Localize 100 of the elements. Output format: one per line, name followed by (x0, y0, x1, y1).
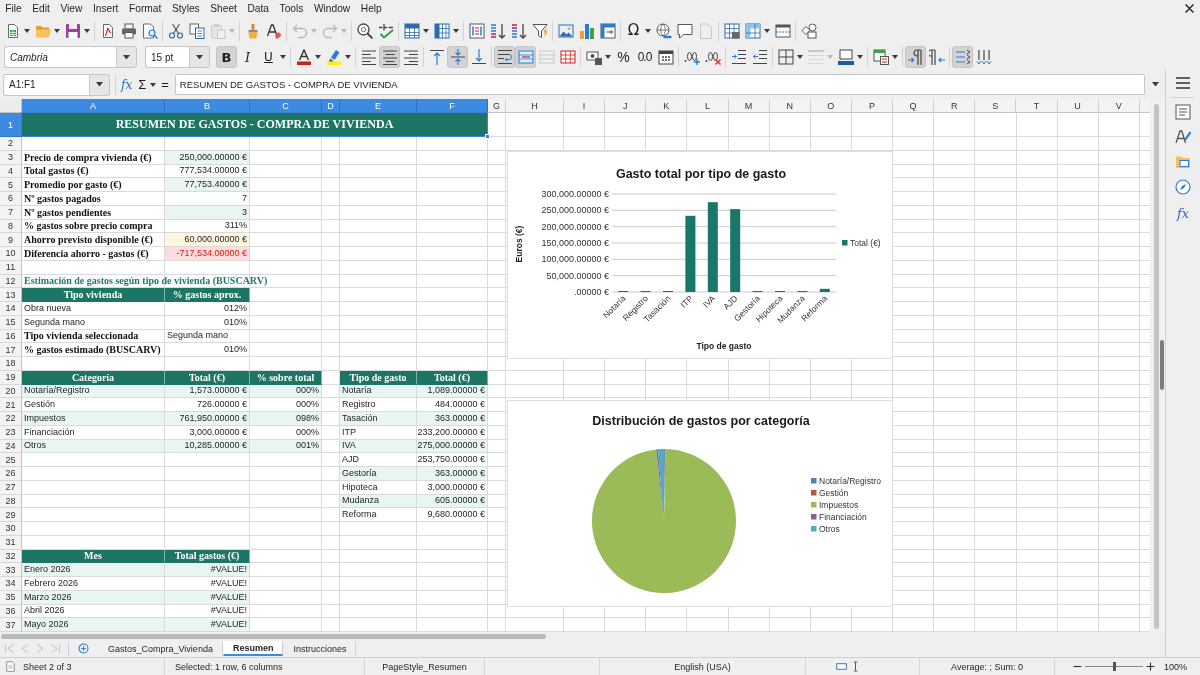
wrap-text-button[interactable] (494, 46, 515, 68)
dropdown-button[interactable] (189, 46, 210, 68)
caret-icon[interactable] (605, 55, 611, 59)
fill-handle[interactable] (485, 134, 490, 139)
function-wizard-button[interactable]: fx (118, 74, 136, 95)
formula-input[interactable]: RESUMEN DE GASTOS - COMPRA DE VIVIENDA (174, 74, 1145, 95)
bold-button[interactable]: B (216, 46, 237, 68)
header-cell: Total (€) (165, 370, 250, 385)
row-header[interactable]: 34 (0, 577, 22, 591)
font-size-field[interactable]: 15 pt (145, 46, 189, 68)
name-box-field[interactable]: A1:F1 (3, 73, 89, 96)
borders-button[interactable] (775, 46, 796, 68)
menu-item[interactable]: Help (355, 0, 388, 17)
caret-icon[interactable] (764, 28, 770, 33)
dropdown-button[interactable] (116, 46, 137, 68)
spreadsheet-grid[interactable] (0, 99, 1150, 632)
menu-item[interactable]: Insert (87, 0, 124, 17)
menu-item[interactable]: View (55, 0, 88, 17)
wrap-text-icon (496, 49, 513, 65)
caret-icon[interactable] (797, 55, 803, 59)
printer-icon (120, 22, 137, 39)
row-header[interactable]: 6 (0, 192, 22, 206)
row-header[interactable]: 1 (0, 113, 22, 137)
row-header[interactable]: 26 (0, 467, 22, 481)
sheet-tab[interactable]: Instrucciones (283, 641, 357, 656)
menu-item[interactable]: Sheet (204, 0, 243, 17)
caret-icon[interactable] (54, 28, 60, 33)
language-status: English (USA) (674, 661, 731, 672)
row-header[interactable]: 10 (0, 247, 22, 261)
sheet-tab[interactable]: Gastos_Compra_Vivienda (98, 641, 223, 656)
table-cell: Febrero 2026 (22, 577, 165, 591)
legend-label: Gestión (819, 488, 849, 498)
menu-item[interactable]: Edit (27, 0, 56, 17)
plus-circle-icon[interactable] (78, 643, 89, 654)
caret-icon[interactable] (150, 82, 157, 87)
column-header[interactable]: E (340, 99, 417, 113)
caret-icon[interactable] (345, 55, 351, 59)
menu-icon[interactable] (1175, 75, 1191, 91)
caret-icon[interactable] (857, 55, 863, 59)
caret-icon[interactable] (24, 28, 30, 33)
left-to-right-button[interactable] (905, 46, 926, 68)
scrollbar-thumb[interactable] (1154, 104, 1159, 629)
caret-icon[interactable] (280, 55, 286, 59)
caret-icon[interactable] (84, 28, 90, 33)
border-color-button[interactable] (835, 46, 856, 68)
percent-format-button[interactable]: % (613, 46, 634, 68)
print-area-icon (723, 22, 740, 39)
zoom-slider-thumb[interactable] (1112, 662, 1116, 671)
align-center-button[interactable] (379, 46, 400, 68)
conditional-format-button[interactable] (870, 46, 891, 68)
row-header[interactable]: 30 (0, 522, 22, 536)
font-name-field[interactable]: Cambria (4, 46, 116, 68)
menu-item[interactable]: Tools (274, 0, 309, 17)
column-header[interactable]: F (417, 99, 488, 113)
row-header[interactable]: 22 (0, 412, 22, 426)
right-to-left-button[interactable] (926, 46, 947, 68)
rectangle-icon[interactable] (836, 661, 847, 672)
number-format-button[interactable]: 0.0 (634, 46, 655, 68)
table-cell: Segunda mano (22, 315, 165, 330)
zoom-level[interactable]: 100% (1164, 661, 1188, 672)
column-header[interactable]: B (165, 99, 250, 113)
caret-icon[interactable] (892, 55, 898, 59)
dropdown-button[interactable] (89, 73, 110, 96)
sidebar-grip[interactable] (1160, 340, 1164, 390)
caret-icon[interactable] (423, 28, 429, 33)
caret-icon[interactable] (315, 55, 321, 59)
row-header[interactable]: 2 (0, 137, 22, 151)
menu-item[interactable]: Styles (166, 0, 205, 17)
row-header[interactable]: 14 (0, 302, 22, 316)
paragraph-arrow-left-icon (928, 49, 945, 65)
plus-icon[interactable] (1146, 662, 1155, 671)
table-cell: Gestoría (340, 467, 417, 481)
scrollbar-thumb[interactable] (1, 633, 546, 639)
column-header[interactable]: C (250, 99, 322, 113)
letter-brush-icon[interactable] (1175, 129, 1191, 145)
indent-icon (730, 49, 747, 65)
caret-icon[interactable] (645, 28, 651, 33)
sum-button[interactable]: Σ (135, 74, 150, 95)
menu-item[interactable]: Window (308, 0, 356, 17)
list-panel-icon[interactable] (1175, 104, 1191, 120)
text-horizontal-icon (954, 49, 971, 65)
special-character-button[interactable]: Ω (623, 19, 644, 42)
caret-icon[interactable] (453, 28, 459, 33)
close-icon[interactable] (1185, 4, 1194, 13)
italic-button[interactable]: I (237, 46, 258, 68)
menu-item[interactable]: Format (123, 0, 167, 17)
column-header[interactable]: D (322, 99, 340, 113)
formula-button[interactable]: = (158, 74, 172, 95)
bar-chart-icon (578, 22, 595, 39)
sheet-tab[interactable]: Resumen (222, 641, 284, 656)
picture-folder-icon[interactable] (1175, 154, 1191, 170)
menu-item[interactable]: Data (242, 0, 275, 17)
table-cell: Nº gastos pagados (22, 192, 165, 206)
row-header[interactable]: 18 (0, 357, 22, 371)
column-header[interactable]: A (22, 99, 165, 113)
compass-icon[interactable] (1175, 179, 1191, 195)
text-horizontal-button[interactable] (952, 46, 973, 68)
menu-item[interactable]: File (0, 0, 27, 17)
underline-button[interactable]: U (258, 46, 279, 68)
sort-ascending-icon (489, 22, 506, 39)
